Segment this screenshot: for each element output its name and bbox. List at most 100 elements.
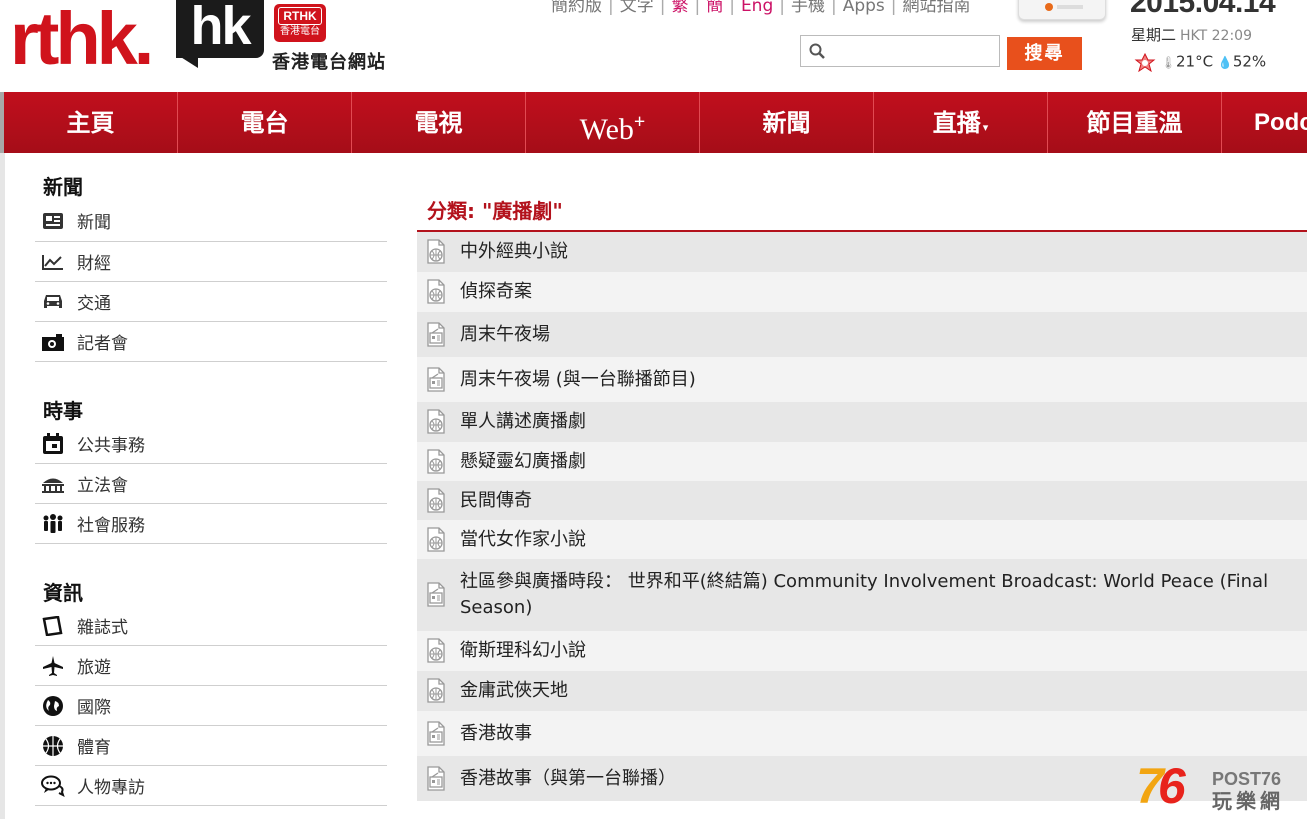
program-row[interactable]: 民間傳奇 bbox=[417, 481, 1307, 520]
search-button[interactable]: 搜尋 bbox=[1007, 37, 1082, 70]
search-icon bbox=[809, 43, 825, 63]
legislature-building-icon bbox=[41, 472, 65, 496]
top-link-simple[interactable]: 簡約版 bbox=[545, 0, 608, 16]
nav-live-label: 直播 bbox=[932, 108, 981, 137]
sidebar-item-label: 社會服務 bbox=[77, 516, 145, 536]
sidebar-item-label: 交通 bbox=[77, 294, 111, 314]
top-link-traditional[interactable]: 繁 bbox=[665, 0, 694, 16]
chat-bubbles-icon bbox=[41, 774, 65, 798]
hk-logo-bubble[interactable]: hk bbox=[176, 0, 264, 58]
sidebar-item-magazine[interactable]: 雜誌式 bbox=[35, 606, 387, 646]
toggle-dot-icon bbox=[1045, 3, 1053, 11]
radio-icon bbox=[425, 366, 449, 393]
nav-podcast[interactable]: Podc bbox=[1222, 92, 1307, 153]
archive-icon bbox=[425, 239, 449, 265]
program-row[interactable]: 懸疑靈幻廣播劇 bbox=[417, 442, 1307, 481]
people-group-icon bbox=[41, 512, 65, 536]
sidebar-item-partial[interactable] bbox=[35, 806, 387, 836]
sidebar-item-international[interactable]: 國際 bbox=[35, 686, 387, 726]
radio-icon bbox=[425, 321, 449, 348]
sidebar-section-title: 資訊 bbox=[43, 581, 83, 605]
sidebar-item-finance[interactable]: 財經 bbox=[35, 242, 387, 282]
top-toggle-button[interactable] bbox=[1018, 0, 1106, 20]
radio-icon bbox=[425, 582, 449, 608]
program-title-link[interactable]: 社區參與廣播時段： 世界和平(終結篇) Community Involvemen… bbox=[460, 569, 1307, 621]
sidebar-item-label: 國際 bbox=[77, 698, 111, 718]
date-display: 2015.04.14 bbox=[1130, 0, 1276, 19]
top-link-apps[interactable]: Apps bbox=[837, 0, 891, 16]
nav-home[interactable]: 主頁 bbox=[4, 92, 178, 153]
program-title-link[interactable]: 中外經典小說 bbox=[460, 239, 568, 265]
rthk-logo[interactable]: rthk. bbox=[10, 2, 154, 76]
nav-news[interactable]: 新聞 bbox=[700, 92, 874, 153]
nav-live[interactable]: 直播 ▾ bbox=[874, 92, 1048, 153]
weekday-time: 星期二 HKT 22:09 bbox=[1131, 24, 1252, 45]
nav-web-plus-sign: + bbox=[633, 111, 646, 133]
program-title-link[interactable]: 衛斯理科幻小說 bbox=[460, 638, 586, 664]
sidebar-item-interviews[interactable]: 人物專訪 bbox=[35, 766, 387, 806]
program-title-link[interactable]: 單人講述廣播劇 bbox=[460, 409, 586, 435]
program-title-link[interactable]: 周末午夜場 bbox=[460, 322, 550, 348]
program-title-link[interactable]: 香港故事（與第一台聯播） bbox=[460, 766, 676, 792]
calendar-icon bbox=[41, 432, 65, 456]
program-title-link[interactable]: 懸疑靈幻廣播劇 bbox=[460, 449, 586, 475]
nav-web-label: Web bbox=[579, 113, 634, 146]
sidebar-item-traffic[interactable]: 交通 bbox=[35, 282, 387, 322]
sidebar-item-label: 人物專訪 bbox=[77, 778, 145, 798]
search-input[interactable] bbox=[831, 39, 995, 65]
sidebar-item-label: 公共事務 bbox=[77, 436, 145, 456]
main-nav: 主頁 電台 電視 Web+ 新聞 直播 ▾ 節目重溫 Podc bbox=[4, 92, 1307, 153]
program-title-link[interactable]: 香港故事 bbox=[460, 721, 532, 747]
program-title-link[interactable]: 民間傳奇 bbox=[460, 488, 532, 514]
search-box[interactable] bbox=[800, 35, 1000, 67]
program-row[interactable]: 單人講述廣播劇 bbox=[417, 402, 1307, 442]
site-name: 香港電台網站 bbox=[272, 52, 386, 73]
program-row[interactable]: 衛斯理科幻小說 bbox=[417, 631, 1307, 671]
program-row[interactable]: 當代女作家小說 bbox=[417, 520, 1307, 559]
top-link-english[interactable]: Eng bbox=[735, 0, 779, 16]
watermark-six: 6 bbox=[1157, 758, 1186, 814]
program-title-link[interactable]: 偵探奇案 bbox=[460, 279, 532, 305]
program-row[interactable]: 周末午夜場 (與一台聯播節目) bbox=[417, 357, 1307, 402]
program-row[interactable]: 偵探奇案 bbox=[417, 272, 1307, 312]
sidebar-item-social-services[interactable]: 社會服務 bbox=[35, 504, 387, 544]
program-title-link[interactable]: 金庸武俠天地 bbox=[460, 678, 568, 704]
top-link-simplified[interactable]: 簡 bbox=[700, 0, 729, 16]
radio-icon bbox=[425, 720, 449, 747]
archive-icon bbox=[425, 526, 449, 553]
program-title-link[interactable]: 當代女作家小說 bbox=[460, 527, 586, 553]
sidebar-item-label: 旅遊 bbox=[77, 658, 111, 678]
sidebar-item-news[interactable]: 新聞 bbox=[35, 200, 387, 242]
top-link-mobile[interactable]: 手機 bbox=[785, 0, 831, 16]
nav-web-plus[interactable]: Web+ bbox=[526, 92, 700, 153]
program-row[interactable]: 香港故事 bbox=[417, 711, 1307, 756]
sidebar-item-legco[interactable]: 立法會 bbox=[35, 464, 387, 504]
sidebar-item-label: 體育 bbox=[77, 738, 111, 758]
main-content: 分類: "廣播劇" 中外經典小說 偵探奇案 周末午夜場 周末午夜場 (與一台聯播節目)… bbox=[417, 190, 1307, 801]
nav-radio[interactable]: 電台 bbox=[178, 92, 352, 153]
site-header: rthk. hk RTHK 香港電台 香港電台網站 簡約版 | 文字 | 繁 | 簡 | Eng… bbox=[0, 0, 1307, 92]
program-row[interactable]: 中外經典小說 bbox=[417, 232, 1307, 272]
program-row[interactable]: 金庸武俠天地 bbox=[417, 671, 1307, 711]
thermometer-icon: 🌡 bbox=[1160, 55, 1177, 70]
sidebar-item-press-conference[interactable]: 記者會 bbox=[35, 322, 387, 362]
sidebar-section-title: 新聞 bbox=[43, 175, 83, 199]
program-row[interactable]: 周末午夜場 bbox=[417, 312, 1307, 357]
program-row[interactable]: 社區參與廣播時段： 世界和平(終結篇) Community Involvemen… bbox=[417, 559, 1307, 631]
nav-tv[interactable]: 電視 bbox=[352, 92, 526, 153]
top-link-text[interactable]: 文字 bbox=[614, 0, 660, 16]
nav-replay[interactable]: 節目重溫 bbox=[1048, 92, 1222, 153]
top-link-guide[interactable]: 網站指南 bbox=[897, 0, 977, 16]
sidebar-item-travel[interactable]: 旅遊 bbox=[35, 646, 387, 686]
watermark-seven: 7 bbox=[1136, 758, 1164, 814]
sidebar-item-label: 財經 bbox=[77, 254, 111, 274]
watermark-number: 76 bbox=[1136, 757, 1186, 815]
sidebar-item-sports[interactable]: 體育 bbox=[35, 726, 387, 766]
sidebar-item-public-affairs[interactable]: 公共事務 bbox=[35, 424, 387, 464]
car-icon bbox=[41, 290, 65, 314]
archive-icon bbox=[425, 448, 449, 475]
program-title-link[interactable]: 周末午夜場 (與一台聯播節目) bbox=[460, 367, 696, 393]
sidebar-section-title: 時事 bbox=[43, 399, 83, 423]
rthk-badge-logo: RTHK 香港電台 bbox=[274, 4, 326, 42]
